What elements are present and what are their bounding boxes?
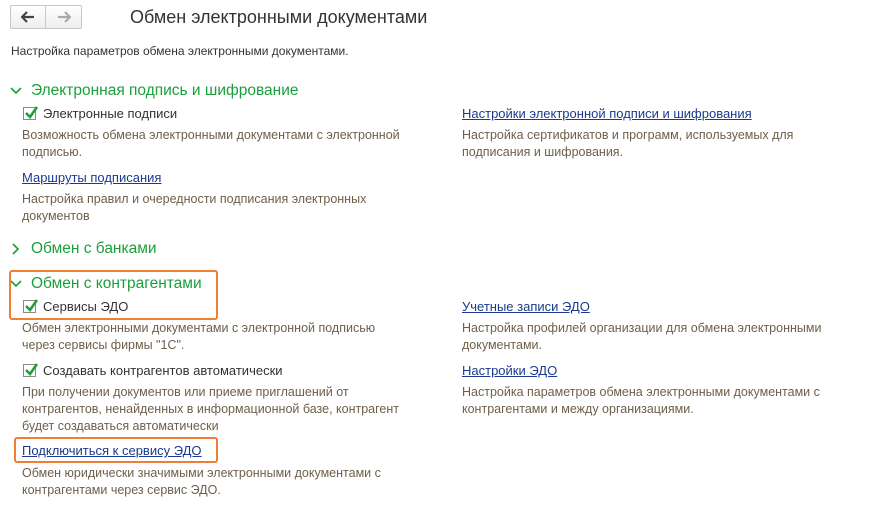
edo-settings-desc: Настройка параметров обмена электронными… bbox=[462, 385, 820, 416]
connect-edo-desc: Обмен юридически значимыми электронными … bbox=[22, 466, 381, 497]
section-signature-title: Электронная подпись и шифрование bbox=[31, 82, 299, 99]
connect-edo-link[interactable]: Подключиться к сервису ЭДО bbox=[22, 443, 202, 458]
checkmark-icon bbox=[25, 299, 39, 313]
electronic-signatures-desc: Возможность обмена электронными документ… bbox=[22, 128, 400, 159]
arrow-right-icon bbox=[57, 11, 71, 23]
forward-button[interactable] bbox=[46, 5, 82, 29]
back-button[interactable] bbox=[10, 5, 46, 29]
checkmark-icon bbox=[25, 106, 39, 120]
edo-accounts-link[interactable]: Учетные записи ЭДО bbox=[462, 299, 590, 314]
auto-create-desc: При получении документов или приеме приг… bbox=[22, 385, 399, 433]
signing-routes-link[interactable]: Маршруты подписания bbox=[22, 170, 161, 185]
page-title: Обмен электронными документами bbox=[130, 7, 428, 27]
page-subtitle: Настройка параметров обмена электронными… bbox=[11, 44, 349, 58]
auto-create-checkbox[interactable] bbox=[23, 363, 39, 377]
arrow-left-icon bbox=[21, 11, 34, 23]
electronic-signatures-checkbox[interactable] bbox=[23, 106, 39, 120]
edo-services-desc: Обмен электронными документами с электро… bbox=[22, 321, 376, 352]
chevron-down-icon bbox=[10, 279, 22, 289]
electronic-signatures-label[interactable]: Электронные подписи bbox=[43, 106, 177, 121]
section-banks-header[interactable]: Обмен с банками bbox=[10, 240, 157, 258]
section-banks-title: Обмен с банками bbox=[31, 240, 157, 257]
auto-create-label[interactable]: Создавать контрагентов автоматически bbox=[43, 363, 283, 378]
edo-services-checkbox[interactable] bbox=[23, 299, 39, 313]
edo-services-label[interactable]: Сервисы ЭДО bbox=[43, 299, 128, 314]
section-contractors-header[interactable]: Обмен с контрагентами bbox=[10, 275, 202, 293]
chevron-right-icon bbox=[10, 243, 22, 255]
signature-settings-link[interactable]: Настройки электронной подписи и шифрован… bbox=[462, 106, 752, 121]
edo-accounts-desc: Настройка профилей организации для обмен… bbox=[462, 321, 822, 352]
section-signature-header[interactable]: Электронная подпись и шифрование bbox=[10, 82, 299, 100]
signing-routes-desc: Настройка правил и очередности подписани… bbox=[22, 192, 367, 223]
checkmark-icon bbox=[25, 363, 39, 377]
signature-settings-desc: Настройка сертификатов и программ, испол… bbox=[462, 128, 794, 159]
edo-settings-link[interactable]: Настройки ЭДО bbox=[462, 363, 557, 378]
section-contractors-title: Обмен с контрагентами bbox=[31, 275, 202, 292]
chevron-down-icon bbox=[10, 86, 22, 96]
